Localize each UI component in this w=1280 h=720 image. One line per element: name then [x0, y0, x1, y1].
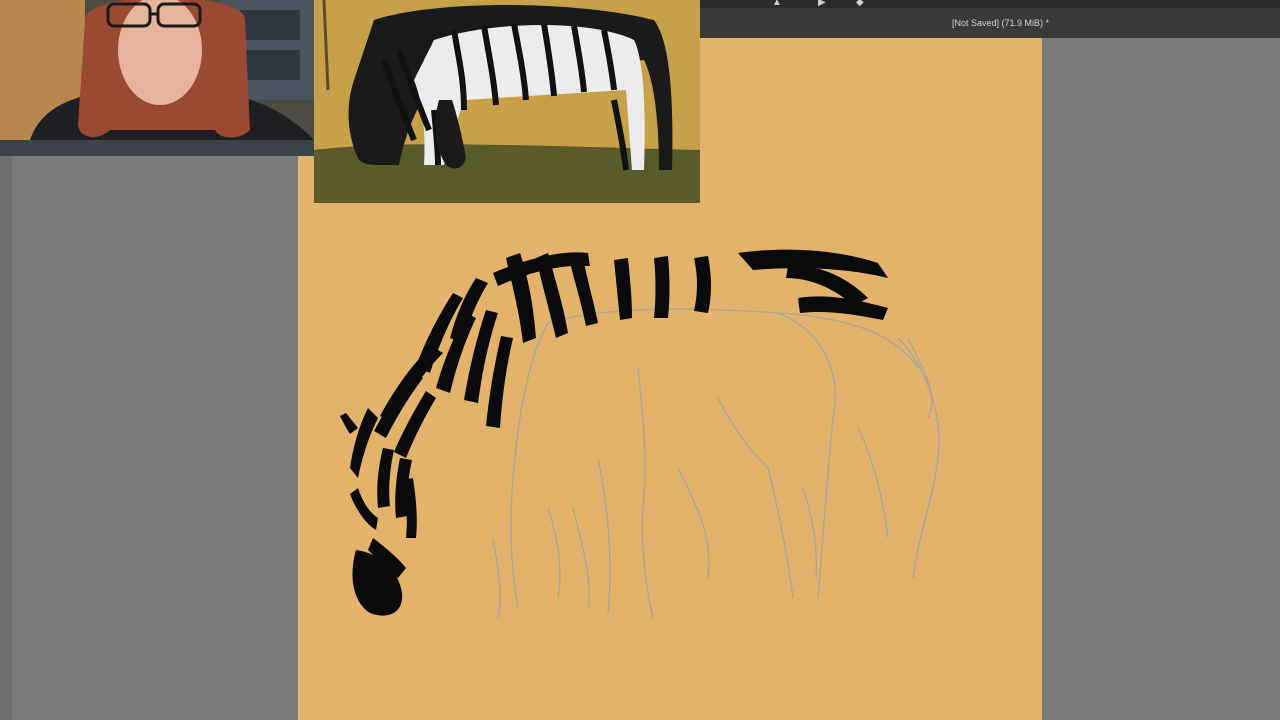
left-panel-edge: [0, 150, 12, 720]
webcam-overlay: [0, 0, 314, 156]
transform-tool-icon[interactable]: ▶: [818, 0, 826, 8]
tool-options-strip: ▲ ▶ ◆: [700, 0, 1280, 8]
top-toolbar: ▲ ▶ ◆ [Not Saved] (71.9 MiB) *: [700, 0, 1280, 38]
zebra-stripes: [340, 249, 888, 616]
move-tool-icon[interactable]: ▲: [772, 0, 782, 8]
webcam-video: [0, 0, 314, 156]
reference-photo: [314, 0, 700, 203]
sketch-lines: [492, 308, 940, 619]
eraser-tool-icon[interactable]: ◆: [856, 0, 864, 8]
zebra-reference-image: [314, 0, 700, 203]
app-workspace: ▲ ▶ ◆ [Not Saved] (71.9 MiB) *: [0, 0, 1280, 720]
document-status: [Not Saved] (71.9 MiB) *: [952, 18, 1050, 28]
